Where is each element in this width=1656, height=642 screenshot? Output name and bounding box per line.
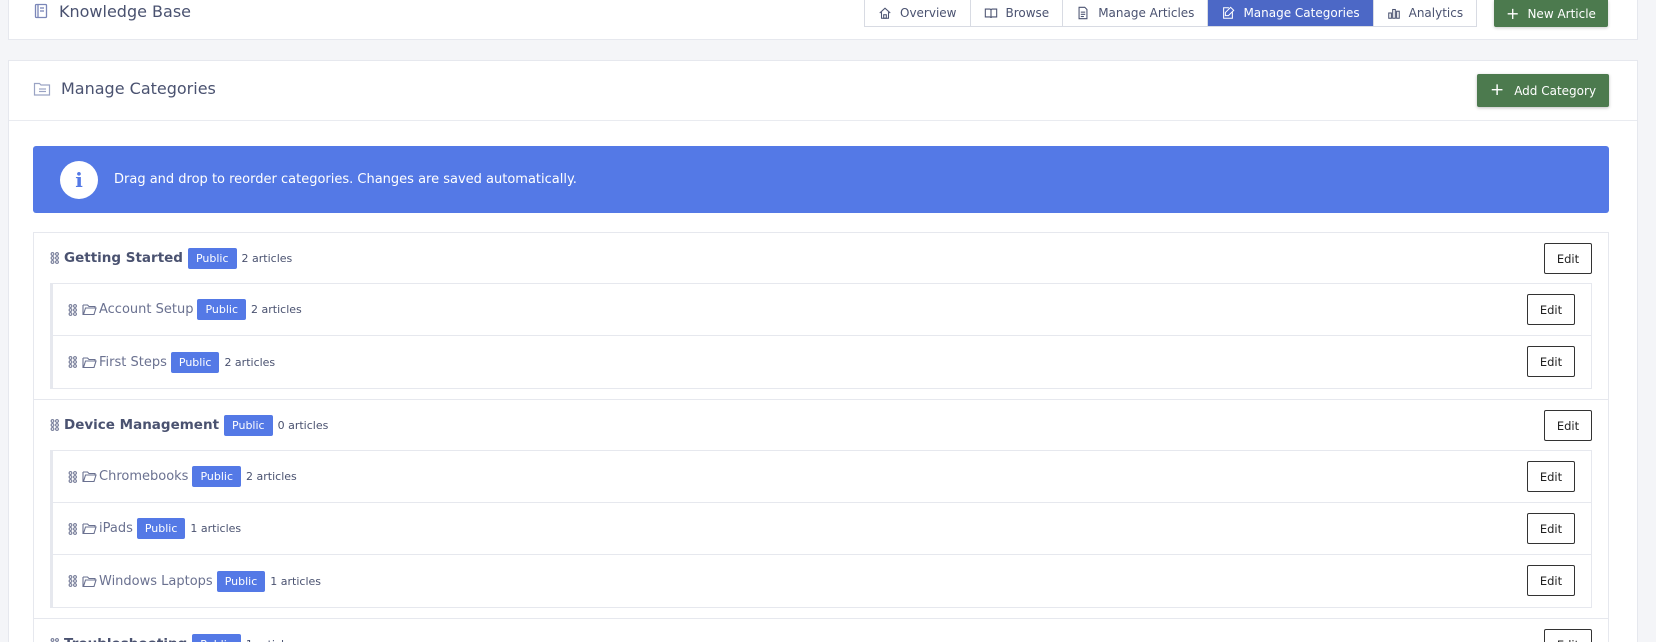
- category-tree: Getting Started Public 2 articles Edit Accou…: [33, 232, 1609, 642]
- visibility-badge: Public: [192, 466, 242, 487]
- subcategory-row[interactable]: Chromebooks Public 2 articles Edit: [53, 451, 1591, 503]
- visibility-badge: Public: [192, 633, 241, 642]
- drag-handle-icon[interactable]: [68, 303, 78, 316]
- edit-subcategory-button[interactable]: Edit: [1527, 565, 1575, 596]
- bar-chart-icon: [1387, 8, 1400, 19]
- manage-categories-panel: Manage Categories + Add Category i Drag …: [8, 60, 1638, 642]
- document-icon: [1078, 6, 1088, 20]
- add-category-label: Add Category: [1514, 83, 1597, 98]
- edit-subcategory-button[interactable]: Edit: [1527, 346, 1575, 377]
- subcategory-list: Chromebooks Public 2 articles Edit iPads Publ…: [50, 450, 1592, 608]
- category-row[interactable]: Device Management Public 0 articles Edit: [34, 400, 1608, 450]
- category-name: Troubleshooting: [64, 636, 187, 642]
- article-count: 1 articles: [190, 522, 242, 535]
- nav-analytics-label: Analytics: [1408, 6, 1464, 20]
- category-name: Getting Started: [64, 250, 183, 266]
- add-category-button[interactable]: + Add Category: [1477, 74, 1609, 107]
- visibility-badge: Public: [197, 299, 247, 320]
- drag-handle-icon[interactable]: [50, 419, 60, 431]
- edit-subcategory-button[interactable]: Edit: [1527, 294, 1575, 325]
- new-article-button[interactable]: + New Article: [1494, 0, 1608, 27]
- article-count: 2 articles: [251, 303, 302, 316]
- visibility-badge: Public: [136, 518, 186, 539]
- plus-icon: +: [1489, 80, 1505, 100]
- edit-subcategory-button[interactable]: Edit: [1527, 513, 1575, 544]
- subcategory-name: Windows Laptops: [99, 573, 213, 589]
- home-icon: [879, 7, 891, 19]
- category-row[interactable]: Getting Started Public 2 articles Edit: [34, 233, 1608, 283]
- article-count: 1 articles: [246, 638, 297, 642]
- edit-square-icon: [1223, 6, 1235, 19]
- article-count: 2 articles: [224, 355, 276, 369]
- nav-manage-articles-label: Manage Articles: [1098, 6, 1195, 20]
- book-open-icon: [984, 8, 997, 18]
- panel-title-text: Manage Categories: [61, 79, 216, 98]
- subcategory-name: Chromebooks: [99, 469, 189, 484]
- panel-header: Manage Categories + Add Category: [9, 61, 1637, 121]
- nav-overview-label: Overview: [900, 6, 957, 20]
- plus-icon: +: [1506, 3, 1520, 23]
- article-count: 1 articles: [270, 574, 321, 588]
- visibility-badge: Public: [187, 247, 237, 269]
- nav-browse[interactable]: Browse: [971, 0, 1064, 26]
- folder-icon: [82, 304, 97, 316]
- panel-title: Manage Categories: [33, 79, 216, 98]
- subcategory-row[interactable]: Account Setup Public 2 articles Edit: [53, 284, 1591, 336]
- folder-icon: [82, 471, 97, 483]
- scrollbar[interactable]: [1642, 0, 1656, 642]
- drag-handle-icon[interactable]: [68, 470, 78, 483]
- category-row[interactable]: Troubleshooting Public 1 articles Edit: [34, 619, 1608, 642]
- category-name: Device Management: [64, 417, 220, 433]
- visibility-badge: Public: [170, 351, 220, 373]
- subcategory-row[interactable]: Windows Laptops Public 1 articles Edit: [53, 555, 1591, 607]
- article-count: 2 articles: [241, 251, 293, 265]
- nav-manage-articles[interactable]: Manage Articles: [1063, 0, 1209, 26]
- nav-manage-categories[interactable]: Manage Categories: [1208, 0, 1374, 26]
- nav-manage-categories-label: Manage Categories: [1243, 6, 1360, 20]
- info-icon: i: [60, 160, 98, 199]
- subcategory-name: First Steps: [99, 354, 167, 370]
- nav-browse-label: Browse: [1005, 6, 1050, 20]
- folder-icon: [82, 356, 97, 368]
- article-count: 2 articles: [246, 470, 297, 483]
- edit-category-button[interactable]: Edit: [1544, 629, 1592, 642]
- subcategory-name: Account Setup: [99, 302, 194, 317]
- visibility-badge: Public: [216, 570, 266, 592]
- article-count: 0 articles: [277, 418, 329, 432]
- category-group: Troubleshooting Public 1 articles Edit: [34, 619, 1608, 642]
- edit-subcategory-button[interactable]: Edit: [1527, 461, 1575, 492]
- subcategory-row[interactable]: iPads Public 1 articles Edit: [53, 503, 1591, 555]
- visibility-badge: Public: [224, 414, 273, 436]
- app-title-text: Knowledge Base: [59, 1, 191, 21]
- subcategory-name: iPads: [99, 521, 133, 536]
- nav-analytics[interactable]: Analytics: [1374, 0, 1477, 26]
- drag-handle-icon[interactable]: [68, 575, 78, 587]
- drag-handle-icon[interactable]: [50, 638, 60, 642]
- app-title: Knowledge Base: [33, 0, 191, 22]
- info-alert: i Drag and drop to reorder categories. C…: [33, 146, 1609, 213]
- category-group: Device Management Public 0 articles Edit Chr…: [34, 400, 1608, 619]
- drag-handle-icon[interactable]: [68, 522, 78, 535]
- edit-category-button[interactable]: Edit: [1544, 243, 1592, 274]
- book-icon: [34, 3, 48, 19]
- folder-icon: [82, 575, 97, 587]
- drag-handle-icon[interactable]: [50, 252, 60, 264]
- edit-category-button[interactable]: Edit: [1544, 410, 1592, 441]
- nav-overview[interactable]: Overview: [865, 0, 971, 26]
- folder-icon: [82, 523, 97, 535]
- info-text: Drag and drop to reorder categories. Cha…: [114, 172, 577, 187]
- folder-list-icon: [33, 82, 51, 96]
- subcategory-row[interactable]: First Steps Public 2 articles Edit: [53, 336, 1591, 388]
- category-group: Getting Started Public 2 articles Edit Accou…: [34, 233, 1608, 400]
- new-article-label: New Article: [1527, 6, 1596, 21]
- drag-handle-icon[interactable]: [68, 356, 78, 368]
- subcategory-list: Account Setup Public 2 articles Edit First S…: [50, 283, 1592, 389]
- nav-tabs: Overview Browse Manage Articles Manage C…: [864, 0, 1478, 27]
